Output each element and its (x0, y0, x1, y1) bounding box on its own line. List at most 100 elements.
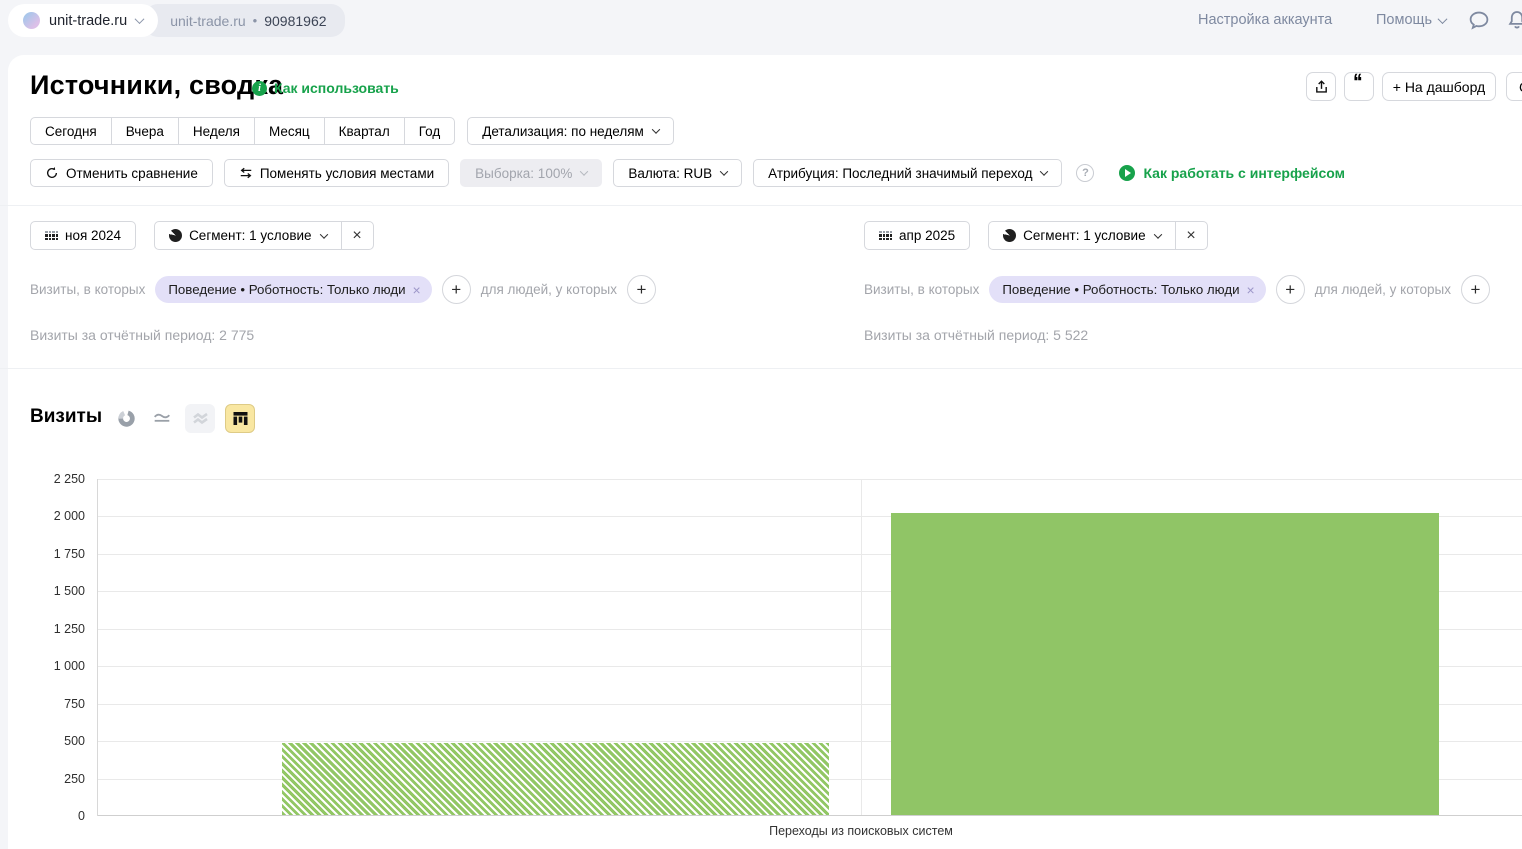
segment-dropdown-a[interactable]: Сегмент: 1 условие (154, 221, 341, 250)
chart-type-switcher (113, 403, 255, 433)
cancel-comparison-button[interactable]: Отменить сравнение (30, 159, 213, 187)
x-axis-line (98, 815, 1522, 816)
date-range-label-a: ноя 2024 (65, 228, 121, 243)
period-year-button[interactable]: Год (404, 117, 456, 145)
period-row: Сегодня Вчера Неделя Месяц Квартал Год Д… (30, 117, 674, 145)
segment-pie-icon (1003, 229, 1016, 242)
export-button[interactable] (1306, 72, 1336, 101)
y-tick-label: 1 500 (54, 584, 85, 598)
compare-section-top-divider (0, 205, 1522, 206)
segment-label-b: Сегмент: 1 условие (1023, 228, 1145, 243)
help-menu[interactable]: Помощь (1376, 12, 1446, 28)
segment-panel-a: ноя 2024 Сегмент: 1 условие × Визиты, в … (30, 221, 656, 343)
y-axis-labels: 02505007501 0001 2501 5001 7502 0002 250 (0, 479, 97, 816)
chevron-down-icon (580, 167, 588, 175)
bell-icon[interactable] (1506, 9, 1522, 36)
visits-total-value-b: 5 522 (1053, 327, 1088, 343)
add-to-dashboard-button[interactable]: + На дашборд (1382, 72, 1496, 101)
segment-label-a: Сегмент: 1 условие (189, 228, 311, 243)
chat-bubble-icon[interactable] (1468, 9, 1490, 36)
bar-chart-type-button[interactable] (225, 404, 255, 433)
y-tick-label: 1 250 (54, 622, 85, 636)
calendar-icon (879, 231, 892, 241)
y-tick-label: 750 (64, 697, 85, 711)
condition-pill-a[interactable]: Поведение • Роботность: Только люди × (155, 276, 431, 303)
counter-name: unit-trade.ru (49, 13, 127, 29)
add-people-condition-button-b[interactable]: + (1461, 275, 1490, 304)
chevron-down-icon (720, 167, 728, 175)
counter-dropdown[interactable]: unit-trade.ru (8, 4, 158, 37)
bar[interactable] (891, 513, 1439, 815)
play-icon (1119, 165, 1135, 181)
add-people-condition-button-a[interactable]: + (627, 275, 656, 304)
add-visit-condition-button-a[interactable]: + (442, 275, 471, 304)
detalization-dropdown[interactable]: Детализация: по неделям (467, 117, 674, 145)
swap-conditions-button[interactable]: Поменять условия местами (224, 159, 449, 187)
period-quarter-button[interactable]: Квартал (324, 117, 405, 145)
quotes-icon: ,, (1355, 79, 1363, 87)
period-week-button[interactable]: Неделя (178, 117, 255, 145)
segment-close-button-a[interactable]: × (341, 221, 374, 250)
add-visit-condition-button-b[interactable]: + (1276, 275, 1305, 304)
line-chart-icon (151, 409, 173, 427)
info-icon: i (252, 81, 267, 96)
period-today-button[interactable]: Сегодня (30, 117, 112, 145)
segment-close-button-b[interactable]: × (1175, 221, 1208, 250)
y-tick-label: 2 000 (54, 509, 85, 523)
period-yesterday-button[interactable]: Вчера (111, 117, 179, 145)
page: unit-trade.ru unit-trade.ru • 90981962 Н… (0, 0, 1522, 849)
segment-dropdown-b[interactable]: Сегмент: 1 условие (988, 221, 1175, 250)
clipped-right-button[interactable]: С (1506, 72, 1522, 101)
calendar-icon (45, 231, 58, 241)
chevron-down-icon (1040, 167, 1048, 175)
chevron-down-icon (1153, 230, 1161, 238)
condition-pill-b[interactable]: Поведение • Роботность: Только люди × (989, 276, 1265, 303)
y-tick-label: 2 250 (54, 472, 85, 486)
condition-row-b: Визиты, в которых Поведение • Роботность… (864, 275, 1490, 304)
interface-help-link[interactable]: Как работать с интерфейсом (1119, 165, 1344, 181)
bar[interactable] (282, 743, 829, 815)
chevron-down-icon (135, 14, 145, 24)
visits-total-label-b: Визиты за отчётный период: (864, 327, 1049, 343)
account-settings-link[interactable]: Настройка аккаунта (1198, 12, 1332, 28)
page-title: Источники, сводка (30, 70, 283, 101)
y-tick-label: 1 750 (54, 547, 85, 561)
column-chart-icon (233, 411, 248, 426)
comments-button[interactable]: ,, (1344, 72, 1374, 101)
chevron-down-icon (319, 230, 327, 238)
line-chart-type-button[interactable] (149, 405, 175, 431)
topbar: unit-trade.ru unit-trade.ru • 90981962 Н… (0, 0, 1522, 42)
how-to-use-label: Как использовать (274, 80, 399, 96)
visits-total-b: Визиты за отчётный период: 5 522 (864, 327, 1490, 343)
y-tick-label: 1 000 (54, 659, 85, 673)
condition-remove-icon[interactable]: × (1247, 282, 1255, 298)
area-chart-type-button[interactable] (185, 404, 215, 433)
date-range-button-b[interactable]: апр 2025 (864, 221, 970, 250)
counter-tab[interactable]: unit-trade.ru • 90981962 (144, 4, 344, 37)
interface-help-label: Как работать с интерфейсом (1143, 165, 1344, 181)
chevron-down-icon (1438, 14, 1448, 24)
pie-chart-type-button[interactable] (113, 405, 139, 431)
category-gridline (861, 479, 862, 816)
y-tick-label: 0 (78, 809, 85, 823)
sampling-dropdown: Выборка: 100% (460, 159, 602, 187)
plot-area: Переходы из поисковых систем (97, 479, 1522, 816)
condition-text-b: Поведение • Роботность: Только люди (1002, 282, 1239, 297)
visits-total-a: Визиты за отчётный период: 2 775 (30, 327, 656, 343)
visits-in-which-label-b: Визиты, в которых (864, 282, 979, 297)
currency-label: Валюта: RUB (628, 166, 712, 181)
currency-dropdown[interactable]: Валюта: RUB (613, 159, 742, 187)
attribution-label: Атрибуция: Последний значимый переход (768, 166, 1032, 181)
condition-remove-icon[interactable]: × (413, 282, 421, 298)
period-month-button[interactable]: Месяц (254, 117, 325, 145)
how-to-use-link[interactable]: i Как использовать (252, 80, 399, 96)
detalization-label: Детализация: по неделям (482, 124, 644, 139)
help-label: Помощь (1376, 12, 1432, 28)
tab-host: unit-trade.ru (170, 13, 245, 29)
date-range-button-a[interactable]: ноя 2024 (30, 221, 136, 250)
y-tick-label: 250 (64, 772, 85, 786)
condition-row-a: Визиты, в которых Поведение • Роботность… (30, 275, 656, 304)
for-people-label-b: для людей, у которых (1315, 282, 1451, 297)
attribution-dropdown[interactable]: Атрибуция: Последний значимый переход (753, 159, 1062, 187)
attribution-help-icon[interactable]: ? (1076, 164, 1094, 182)
